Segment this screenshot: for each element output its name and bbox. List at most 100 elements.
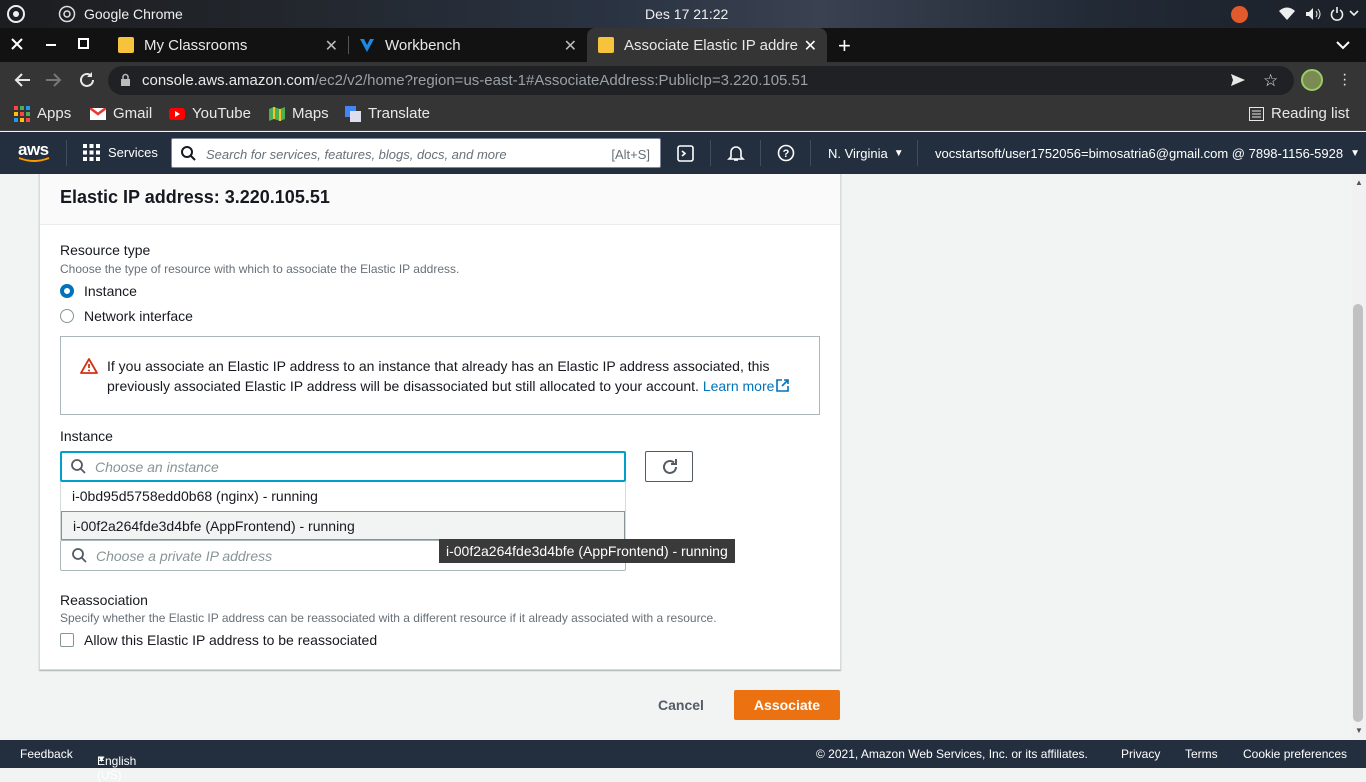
services-menu[interactable]: Services xyxy=(83,144,158,161)
panel-header: Elastic IP address: 3.220.105.51 xyxy=(40,174,840,225)
close-tab-icon[interactable]: ✕ xyxy=(804,36,817,56)
restore-icon[interactable] xyxy=(78,38,89,49)
associate-button[interactable]: Associate xyxy=(734,690,840,720)
back-icon[interactable] xyxy=(13,72,31,88)
account-menu[interactable]: vocstartsoft/user1752056=bimosatria6@gma… xyxy=(935,146,1360,161)
warning-icon xyxy=(80,358,98,374)
tab-workbench[interactable]: Workbench ✕ xyxy=(349,28,587,62)
instance-select-input[interactable]: Choose an instance xyxy=(60,451,626,482)
tab-title: Associate Elastic IP addre xyxy=(624,36,798,54)
warning-message: If you associate an Elastic IP address t… xyxy=(107,358,770,394)
reassociate-checkbox-label[interactable]: Allow this Elastic IP address to be reas… xyxy=(84,632,377,648)
reload-icon[interactable] xyxy=(78,71,96,89)
instance-option[interactable]: i-00f2a264fde3d4bfe (AppFrontend) - runn… xyxy=(61,511,625,540)
private-ip-placeholder: Choose a private IP address xyxy=(96,548,273,564)
bookmark-label: Maps xyxy=(292,105,329,122)
bookmark-apps[interactable]: Apps xyxy=(14,105,71,122)
browser-toolbar: console.aws.amazon.com/ec2/v2/home?regio… xyxy=(0,62,1366,98)
new-tab-button[interactable]: + xyxy=(838,33,851,59)
bookmark-label: Apps xyxy=(37,105,72,122)
svg-text:?: ? xyxy=(783,148,790,160)
scroll-up-icon[interactable]: ▲ xyxy=(1355,178,1363,187)
translate-icon xyxy=(345,105,361,122)
bookmark-maps[interactable]: Maps xyxy=(269,105,329,122)
url-path: /ec2/v2/home?region=us-east-1#AssociateA… xyxy=(314,72,809,89)
feedback-link[interactable]: Feedback xyxy=(20,747,73,761)
os-clock[interactable]: Des 17 21:22 xyxy=(645,6,728,22)
reading-list-icon xyxy=(1249,106,1264,121)
radio-instance-label[interactable]: Instance xyxy=(84,283,137,299)
page-title: Elastic IP address: 3.220.105.51 xyxy=(60,187,330,207)
help-icon[interactable]: ? xyxy=(777,144,795,162)
scrollbar-thumb[interactable] xyxy=(1353,304,1363,722)
chrome-icon xyxy=(58,5,76,23)
search-icon xyxy=(181,146,196,161)
reading-list[interactable]: Reading list xyxy=(1249,105,1349,122)
tab-title: Workbench xyxy=(385,36,461,54)
avatar[interactable] xyxy=(1301,69,1323,91)
address-bar[interactable]: console.aws.amazon.com/ec2/v2/home?regio… xyxy=(108,66,1294,95)
region-selector[interactable]: N. Virginia ▼ xyxy=(828,146,904,161)
caret-down-icon: ▼ xyxy=(893,148,904,159)
tray-app-icon[interactable] xyxy=(1231,6,1248,23)
warning-alert: If you associate an Elastic IP address t… xyxy=(60,336,820,415)
cookie-preferences-link[interactable]: Cookie preferences xyxy=(1243,747,1347,761)
learn-more-link[interactable]: Learn more xyxy=(703,378,790,394)
instance-placeholder: Choose an instance xyxy=(95,459,219,475)
classroom-icon xyxy=(118,37,134,53)
search-icon xyxy=(72,548,87,563)
url-host: console.aws.amazon.com xyxy=(142,72,315,89)
services-grid-icon xyxy=(83,144,100,161)
cancel-button[interactable]: Cancel xyxy=(643,690,719,720)
wifi-icon[interactable] xyxy=(1279,7,1295,21)
caret-down-icon: ▼ xyxy=(1350,148,1360,159)
search-shortcut: [Alt+S] xyxy=(611,147,650,162)
resource-type-label: Resource type xyxy=(60,242,151,258)
bookmark-youtube[interactable]: YouTube xyxy=(169,105,251,122)
tab-strip: My Classrooms ✕ Workbench ✕ Associate El… xyxy=(0,28,1366,62)
close-tab-icon[interactable]: ✕ xyxy=(564,36,577,56)
instance-tooltip: i-00f2a264fde3d4bfe (AppFrontend) - runn… xyxy=(439,539,735,563)
bookmark-gmail[interactable]: Gmail xyxy=(90,105,152,122)
aws-icon xyxy=(598,37,614,53)
menu-icon[interactable]: · · · xyxy=(1342,67,1347,93)
close-window-icon[interactable] xyxy=(10,37,24,51)
apps-grid-icon xyxy=(14,105,30,122)
search-icon xyxy=(71,459,86,474)
reassociate-checkbox[interactable] xyxy=(60,633,74,647)
volume-icon[interactable] xyxy=(1305,7,1321,21)
close-tab-icon[interactable]: ✕ xyxy=(325,36,338,56)
aws-search-input[interactable]: Search for services, features, blogs, do… xyxy=(171,138,661,168)
chevron-down-icon[interactable] xyxy=(1349,9,1359,17)
forward-icon[interactable] xyxy=(45,72,63,88)
maps-icon xyxy=(269,106,285,121)
instance-option[interactable]: i-0bd95d5758edd0b68 (nginx) - running xyxy=(61,482,625,511)
bookmark-translate[interactable]: Translate xyxy=(345,105,430,122)
terms-link[interactable]: Terms xyxy=(1185,747,1218,761)
tab-associate-elastic-ip[interactable]: Associate Elastic IP addre ✕ xyxy=(587,28,827,62)
minimize-icon[interactable] xyxy=(46,44,56,46)
os-app-name[interactable]: Google Chrome xyxy=(84,6,183,22)
activities-icon[interactable] xyxy=(6,4,26,24)
aws-logo[interactable]: aws xyxy=(18,140,50,163)
bookmark-label: YouTube xyxy=(192,105,251,122)
cloudshell-icon[interactable] xyxy=(677,145,694,162)
power-icon[interactable] xyxy=(1330,7,1344,21)
aws-console-header: aws Services Search for services, featur… xyxy=(0,132,1366,174)
account-label: vocstartsoft/user1752056=bimosatria6@gma… xyxy=(935,146,1344,161)
send-icon[interactable] xyxy=(1230,73,1246,87)
radio-network-interface[interactable] xyxy=(60,309,74,323)
scroll-down-icon[interactable]: ▼ xyxy=(1355,726,1363,735)
notifications-bell-icon[interactable] xyxy=(727,144,745,162)
tab-search-icon[interactable] xyxy=(1336,40,1350,50)
lock-icon[interactable] xyxy=(120,73,131,87)
radio-network-interface-label[interactable]: Network interface xyxy=(84,308,193,324)
privacy-link[interactable]: Privacy xyxy=(1121,747,1160,761)
radio-instance[interactable] xyxy=(60,284,74,298)
refresh-button[interactable] xyxy=(645,451,693,482)
tab-my-classrooms[interactable]: My Classrooms ✕ xyxy=(108,28,348,62)
refresh-icon xyxy=(661,458,679,476)
gmail-icon xyxy=(90,107,106,120)
divider xyxy=(810,140,811,166)
bookmark-star-icon[interactable]: ☆ xyxy=(1263,71,1278,91)
